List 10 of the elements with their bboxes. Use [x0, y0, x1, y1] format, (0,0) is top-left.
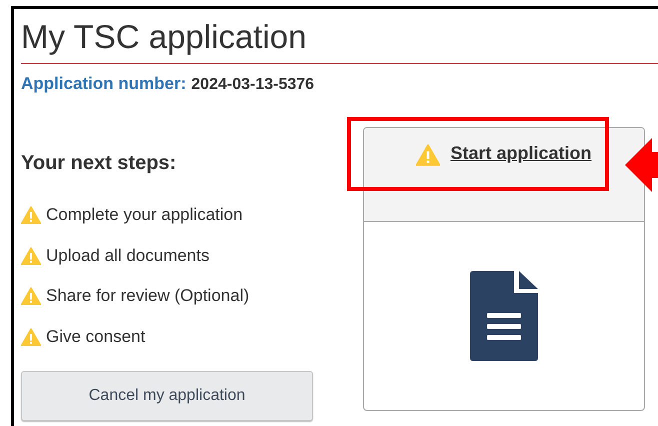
step-label: Share for review (Optional) — [46, 286, 250, 306]
start-application-link[interactable]: Start application — [450, 140, 592, 166]
step-label: Give consent — [46, 326, 146, 347]
application-number-label: Application number: — [21, 74, 186, 93]
step-label: Upload all documents — [46, 246, 210, 266]
cancel-button[interactable]: Cancel my application — [21, 371, 313, 421]
next-steps-heading: Your next steps: — [21, 151, 178, 175]
step-label: Complete your application — [46, 205, 243, 226]
application-number: 2024-03-13-5376 — [191, 76, 314, 93]
page-title: My TSC application — [21, 17, 308, 57]
